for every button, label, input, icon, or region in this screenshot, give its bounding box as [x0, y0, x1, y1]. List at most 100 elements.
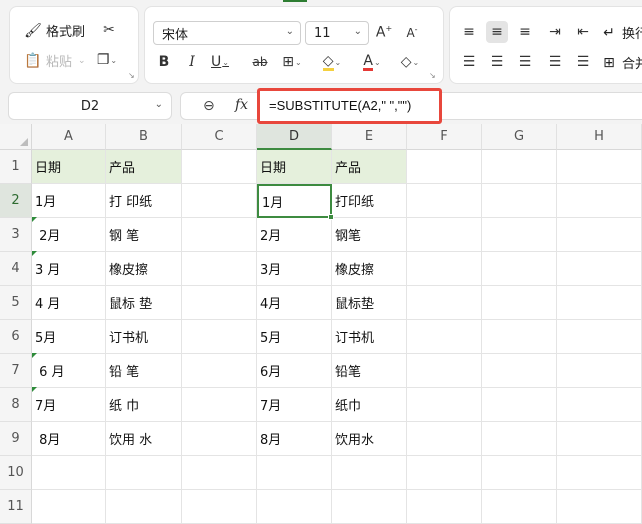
cell-a1[interactable]: 日期 [32, 150, 106, 184]
format-painter-button[interactable]: 🖌 格式刷 [24, 21, 85, 41]
justify-button[interactable]: ☰ [544, 51, 566, 73]
cell-a10[interactable] [32, 456, 106, 490]
column-header-c[interactable]: C [182, 124, 257, 150]
decrease-font-button[interactable]: A- [401, 21, 423, 43]
cell-c10[interactable] [182, 456, 257, 490]
cell-d2[interactable]: 1月 [257, 184, 332, 218]
cell-b8[interactable]: 纸 巾 [106, 388, 182, 422]
cell-a2[interactable]: 1月 [32, 184, 106, 218]
row-header-7[interactable]: 7 [0, 354, 32, 388]
cell-b11[interactable] [106, 490, 182, 524]
cell-e6[interactable]: 订书机 [332, 320, 407, 354]
borders-button[interactable]: ⊞ ⌄ [281, 51, 303, 73]
row-header-4[interactable]: 4 [0, 252, 32, 286]
cell-c2[interactable] [182, 184, 257, 218]
cell-a6[interactable]: 5月 [32, 320, 106, 354]
row-header-9[interactable]: 9 [0, 422, 32, 456]
cell-f10[interactable] [407, 456, 482, 490]
cell-g8[interactable] [482, 388, 557, 422]
row-header-1[interactable]: 1 [0, 150, 32, 184]
cell-g11[interactable] [482, 490, 557, 524]
cell-d1[interactable]: 日期 [257, 150, 332, 184]
cell-f9[interactable] [407, 422, 482, 456]
row-header-8[interactable]: 8 [0, 388, 32, 422]
cell-d7[interactable]: 6月 [257, 354, 332, 388]
paste-button[interactable]: 📋 粘贴 ⌄ [24, 51, 85, 71]
cell-g9[interactable] [482, 422, 557, 456]
cell-b1[interactable]: 产品 [106, 150, 182, 184]
error-indicator-icon[interactable] [32, 353, 37, 358]
cell-h1[interactable] [557, 150, 642, 184]
cell-a3[interactable]: 2月 [32, 218, 106, 252]
cell-c1[interactable] [182, 150, 257, 184]
cell-h4[interactable] [557, 252, 642, 286]
cell-b9[interactable]: 饮用 水 [106, 422, 182, 456]
cell-g7[interactable] [482, 354, 557, 388]
cell-e9[interactable]: 饮用水 [332, 422, 407, 456]
cell-g5[interactable] [482, 286, 557, 320]
cell-g1[interactable] [482, 150, 557, 184]
cell-h11[interactable] [557, 490, 642, 524]
cell-b6[interactable]: 订书机 [106, 320, 182, 354]
indent-button[interactable]: ⇥ [544, 21, 566, 43]
cell-g4[interactable] [482, 252, 557, 286]
cut-button[interactable]: ✂ [98, 19, 120, 41]
cell-g2[interactable] [482, 184, 557, 218]
cell-d4[interactable]: 3月 [257, 252, 332, 286]
align-left-button[interactable]: ☰ [458, 51, 480, 73]
fill-handle[interactable] [328, 214, 334, 220]
wrap-text-button[interactable]: ↵ 换行 [600, 23, 642, 43]
align-middle-button[interactable]: ≡ [486, 21, 508, 43]
cell-f2[interactable] [407, 184, 482, 218]
select-all-corner[interactable] [0, 124, 32, 150]
chevron-down-icon[interactable]: ⌄ [155, 99, 163, 110]
cell-f3[interactable] [407, 218, 482, 252]
cell-e3[interactable]: 钢笔 [332, 218, 407, 252]
cell-a4[interactable]: 3 月 [32, 252, 106, 286]
cell-g6[interactable] [482, 320, 557, 354]
cell-c9[interactable] [182, 422, 257, 456]
cell-f8[interactable] [407, 388, 482, 422]
cell-c3[interactable] [182, 218, 257, 252]
cell-e11[interactable] [332, 490, 407, 524]
increase-font-button[interactable]: A+ [373, 21, 395, 43]
align-top-button[interactable]: ≡ [458, 21, 480, 43]
cell-d8[interactable]: 7月 [257, 388, 332, 422]
cell-h2[interactable] [557, 184, 642, 218]
name-box[interactable]: D2 ⌄ [8, 92, 172, 120]
strikethrough-button[interactable]: ab [249, 51, 271, 73]
align-center-button[interactable]: ☰ [486, 51, 508, 73]
row-header-2[interactable]: 2 [0, 184, 32, 218]
cell-a9[interactable]: 8月 [32, 422, 106, 456]
cell-d9[interactable]: 8月 [257, 422, 332, 456]
function-icon[interactable]: fx [235, 97, 248, 113]
cell-c7[interactable] [182, 354, 257, 388]
italic-button[interactable]: I [181, 51, 203, 73]
dialog-launcher-icon[interactable]: ↘ [128, 71, 135, 80]
cell-d11[interactable] [257, 490, 332, 524]
font-color-button[interactable]: A ⌄ [361, 51, 383, 73]
font-size-select[interactable]: 11 ⌄ [305, 21, 369, 45]
cell-b2[interactable]: 打 印纸 [106, 184, 182, 218]
cell-a11[interactable] [32, 490, 106, 524]
row-header-6[interactable]: 6 [0, 320, 32, 354]
cell-d3[interactable]: 2月 [257, 218, 332, 252]
cell-d10[interactable] [257, 456, 332, 490]
column-header-e[interactable]: E [332, 124, 407, 150]
column-header-b[interactable]: B [106, 124, 182, 150]
cell-g10[interactable] [482, 456, 557, 490]
cell-f4[interactable] [407, 252, 482, 286]
cell-c8[interactable] [182, 388, 257, 422]
cell-f7[interactable] [407, 354, 482, 388]
cell-h7[interactable] [557, 354, 642, 388]
cell-c4[interactable] [182, 252, 257, 286]
row-header-10[interactable]: 10 [0, 456, 32, 490]
cell-b10[interactable] [106, 456, 182, 490]
error-indicator-icon[interactable] [32, 217, 37, 222]
cell-c5[interactable] [182, 286, 257, 320]
cell-f1[interactable] [407, 150, 482, 184]
row-header-5[interactable]: 5 [0, 286, 32, 320]
column-header-d[interactable]: D [257, 124, 332, 150]
underline-button[interactable]: U ⌄ [209, 51, 231, 73]
copy-button[interactable]: ❐ ⌄ [96, 49, 118, 71]
